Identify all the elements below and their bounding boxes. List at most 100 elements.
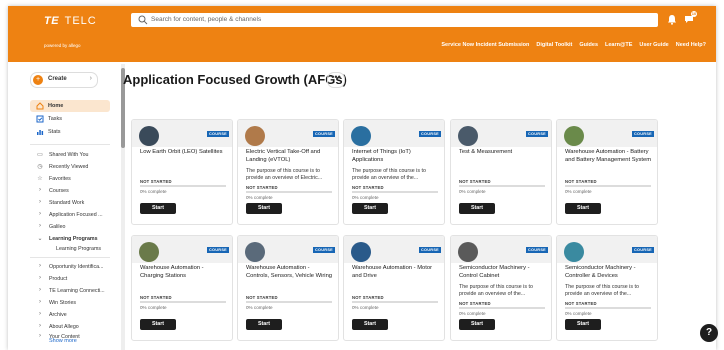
progress-label: 0% complete	[140, 305, 167, 310]
clock-icon: ◷	[37, 164, 43, 170]
course-title[interactable]: Electric Vertical Take-Off and Landing (…	[246, 149, 334, 164]
chevron-right-icon: ›	[39, 187, 41, 193]
course-title[interactable]: Warehouse Automation - Battery and Batte…	[565, 149, 653, 164]
sidebar-item-stats[interactable]: Stats	[30, 126, 110, 138]
sidebar-item-win-stories[interactable]: › Win Stories	[36, 298, 112, 308]
progress-bar	[140, 185, 226, 187]
course-card[interactable]: COURSE Warehouse Automation - Charging St…	[131, 235, 233, 341]
course-title[interactable]: Warehouse Automation - Motor and Drive	[352, 265, 440, 280]
progress-label: 0% complete	[565, 311, 592, 316]
create-button[interactable]: + Create ›	[30, 72, 98, 88]
course-card[interactable]: COURSE Semiconductor Machinery - Controll…	[556, 235, 658, 341]
star-icon: ☆	[37, 176, 43, 182]
show-more-link[interactable]: Show more	[49, 338, 77, 344]
sidebar-item-label: Shared With You	[49, 152, 89, 158]
sidebar-item-shared[interactable]: ▭ Shared With You	[36, 150, 112, 160]
sidebar-item-product[interactable]: › Product	[36, 274, 112, 284]
progress-bar	[565, 185, 651, 187]
logo[interactable]: TE TELC	[44, 15, 97, 27]
sidebar-item-galileo[interactable]: › Galileo	[36, 222, 112, 232]
nav-learn-te[interactable]: Learn@TE	[605, 42, 632, 48]
nav-guides[interactable]: Guides	[579, 42, 598, 48]
course-status: NOT STARTED	[459, 301, 491, 306]
sidebar-item-courses[interactable]: › Courses	[36, 186, 112, 196]
start-button[interactable]: Start	[459, 203, 495, 214]
inbox-icon: ▭	[37, 152, 43, 158]
course-card[interactable]: COURSE Semiconductor Machinery - Control …	[450, 235, 552, 341]
sidebar-item-label: Galileo	[49, 224, 66, 230]
course-card[interactable]: COURSE Warehouse Automation - Controls, S…	[237, 235, 339, 341]
nav-service-now[interactable]: Service Now Incident Submission	[441, 42, 529, 48]
more-options-button[interactable]: •••	[327, 72, 345, 88]
sidebar-item-archive[interactable]: › Archive	[36, 310, 112, 320]
course-card[interactable]: COURSE Warehouse Automation - Motor and D…	[343, 235, 445, 341]
progress-bar	[459, 307, 545, 309]
chevron-right-icon: ›	[39, 275, 41, 281]
sidebar-item-afg[interactable]: › Application Focused ...	[36, 210, 112, 220]
search-input[interactable]: Search for content, people & channels	[131, 13, 658, 27]
start-button[interactable]: Start	[352, 203, 388, 214]
start-button[interactable]: Start	[352, 319, 388, 330]
course-badge: COURSE	[312, 131, 335, 137]
home-icon	[36, 102, 44, 110]
sidebar-item-te-learning[interactable]: › TE Learning Connecti...	[36, 286, 112, 296]
course-status: NOT STARTED	[140, 295, 172, 300]
help-button[interactable]: ?	[700, 324, 718, 342]
course-image	[458, 126, 478, 146]
chevron-right-icon: ›	[39, 199, 41, 205]
course-badge: COURSE	[525, 247, 548, 253]
sidebar-item-about[interactable]: › About Allego	[36, 322, 112, 332]
course-title[interactable]: Semiconductor Machinery - Control Cabine…	[459, 265, 547, 280]
course-card[interactable]: COURSE Warehouse Automation - Battery and…	[556, 119, 658, 225]
start-button[interactable]: Start	[246, 203, 282, 214]
course-title[interactable]: Low Earth Orbit (LEO) Satellites	[140, 149, 228, 157]
sidebar-item-tasks[interactable]: Tasks	[30, 113, 110, 125]
course-card[interactable]: COURSE Low Earth Orbit (LEO) Satellites NO…	[131, 119, 233, 225]
nav-need-help[interactable]: Need Help?	[676, 42, 706, 48]
progress-label: 0% complete	[246, 195, 273, 200]
tasks-icon	[36, 115, 44, 123]
progress-label: 0% complete	[352, 305, 379, 310]
chevron-right-icon: ›	[39, 287, 41, 293]
start-button[interactable]: Start	[140, 203, 176, 214]
sidebar-item-favorites[interactable]: ☆ Favorites	[36, 174, 112, 184]
progress-label: 0% complete	[565, 189, 592, 194]
sidebar-item-learning-programs[interactable]: ⌄ Learning Programs	[36, 234, 112, 244]
sidebar-scrollbar[interactable]	[121, 64, 125, 350]
sidebar-item-standard-work[interactable]: › Standard Work	[36, 198, 112, 208]
course-image	[139, 242, 159, 262]
course-status: NOT STARTED	[352, 185, 384, 190]
course-status: NOT STARTED	[352, 295, 384, 300]
sidebar-item-label: Win Stories	[49, 300, 77, 306]
start-button[interactable]: Start	[246, 319, 282, 330]
create-label: Create	[48, 76, 67, 82]
course-card[interactable]: COURSE Test & Measurement NOT STARTED 0% co…	[450, 119, 552, 225]
course-badge: COURSE	[525, 131, 548, 137]
progress-bar	[246, 301, 332, 303]
course-title[interactable]: Internet of Things (IoT) Applications	[352, 149, 440, 164]
course-title[interactable]: Warehouse Automation - Controls, Sensors…	[246, 265, 334, 280]
nav-user-guide[interactable]: User Guide	[639, 42, 668, 48]
course-image	[458, 242, 478, 262]
bell-icon[interactable]	[667, 14, 677, 25]
course-card[interactable]: COURSE Electric Vertical Take-Off and Lan…	[237, 119, 339, 225]
sidebar-item-recent[interactable]: ◷ Recently Viewed	[36, 162, 112, 172]
start-button[interactable]: Start	[459, 319, 495, 330]
start-button[interactable]: Start	[565, 203, 601, 214]
course-image	[139, 126, 159, 146]
course-title[interactable]: Warehouse Automation - Charging Stations	[140, 265, 228, 280]
course-status: NOT STARTED	[140, 179, 172, 184]
start-button[interactable]: Start	[565, 319, 601, 330]
sidebar-subitem-learning-programs[interactable]: Learning Programs	[56, 246, 101, 252]
start-button[interactable]: Start	[140, 319, 176, 330]
sidebar-item-home[interactable]: Home	[30, 100, 110, 112]
course-card[interactable]: COURSE Internet of Things (IoT) Applicati…	[343, 119, 445, 225]
progress-label: 0% complete	[459, 311, 486, 316]
nav-digital-toolkit[interactable]: Digital Toolkit	[536, 42, 572, 48]
sidebar-item-opportunity[interactable]: › Opportunity Identifica...	[36, 262, 112, 272]
chevron-right-icon: ›	[39, 299, 41, 305]
chevron-down-icon: ⌄	[37, 236, 43, 242]
course-title[interactable]: Semiconductor Machinery - Controller & D…	[565, 265, 653, 280]
course-title[interactable]: Test & Measurement	[459, 149, 547, 157]
progress-bar	[352, 301, 438, 303]
